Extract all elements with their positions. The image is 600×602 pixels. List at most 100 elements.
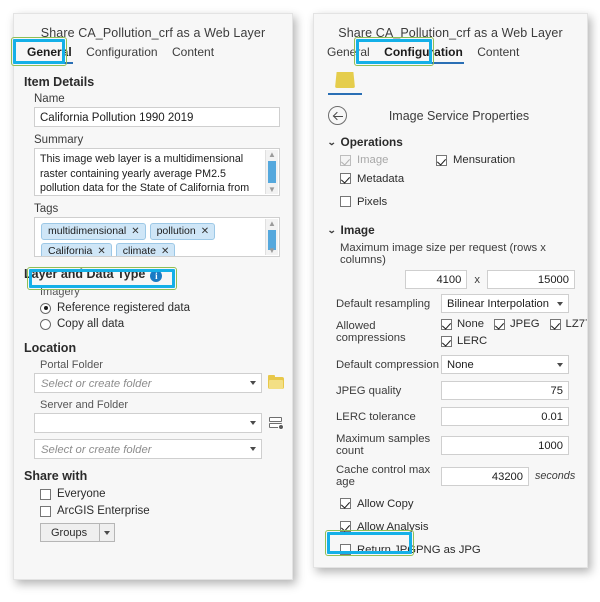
- name-input[interactable]: California Pollution 1990 2019: [34, 107, 280, 127]
- max-samples-count-input[interactable]: 1000: [441, 436, 569, 455]
- chevron-down-icon[interactable]: [250, 447, 256, 451]
- operations-group-header[interactable]: ⌄ Operations: [328, 135, 587, 149]
- compression-jpeg-checkbox[interactable]: JPEG: [494, 318, 540, 330]
- chevron-down-icon[interactable]: [99, 524, 114, 541]
- tags-input[interactable]: multidimensional✕pollution✕California✕cl…: [34, 217, 280, 257]
- image-group-header[interactable]: ⌄ Image: [328, 223, 587, 237]
- groups-dropdown-button[interactable]: Groups: [40, 523, 115, 542]
- layer-folder-icon[interactable]: [334, 72, 356, 89]
- image-group-label: Image: [341, 223, 375, 237]
- checkbox-label: Pixels: [357, 196, 387, 208]
- checkbox-indicator[interactable]: [340, 196, 351, 207]
- portal-folder-placeholder: Select or create folder: [41, 378, 152, 390]
- max-rows-input[interactable]: 4100: [405, 270, 467, 289]
- chevron-down-icon[interactable]: [557, 302, 563, 306]
- browse-folder-icon[interactable]: [268, 377, 284, 389]
- operations-label: Operations: [341, 135, 403, 149]
- allow-analysis-checkbox[interactable]: Allow Analysis: [340, 521, 429, 533]
- chevron-down-icon[interactable]: ⌄: [327, 225, 336, 236]
- tag-chip[interactable]: California✕: [41, 243, 112, 257]
- checkbox-indicator[interactable]: [340, 498, 351, 509]
- tab-content[interactable]: Content: [472, 42, 524, 63]
- max-samples-count-label: Maximum samples count: [336, 433, 441, 457]
- scroll-up-icon[interactable]: ▲: [266, 150, 278, 159]
- operation-mensuration-checkbox[interactable]: Mensuration: [436, 154, 515, 166]
- checkbox-indicator[interactable]: [340, 173, 351, 184]
- checkbox-indicator[interactable]: [441, 336, 452, 347]
- image-service-tab-icon-group[interactable]: [328, 72, 362, 95]
- scroll-down-icon[interactable]: ▼: [266, 185, 278, 194]
- tag-chip[interactable]: multidimensional✕: [41, 223, 146, 240]
- jpeg-quality-input[interactable]: 75: [441, 381, 569, 400]
- checkbox-label: Allow Copy: [357, 498, 414, 510]
- checkbox-indicator[interactable]: [340, 544, 351, 555]
- tag-remove-icon[interactable]: ✕: [161, 246, 169, 257]
- tab-general[interactable]: General: [322, 42, 375, 63]
- checkbox-indicator[interactable]: [40, 506, 51, 517]
- tab-configuration[interactable]: Configuration: [81, 42, 162, 63]
- checkbox-indicator[interactable]: [436, 155, 447, 166]
- server-folder-combo[interactable]: Select or create folder: [34, 439, 262, 459]
- scroll-down-icon[interactable]: ▼: [266, 246, 278, 255]
- default-compression-row: Default compression None: [336, 355, 587, 374]
- compression-none-checkbox[interactable]: None: [441, 318, 484, 330]
- tag-chip[interactable]: climate ✕: [116, 243, 176, 257]
- allow-copy-checkbox[interactable]: Allow Copy: [340, 498, 414, 510]
- tags-scrollbar[interactable]: ▲ ▼: [265, 219, 278, 255]
- portal-folder-combo[interactable]: Select or create folder: [34, 373, 262, 393]
- compression-lz77-checkbox[interactable]: LZ77: [550, 318, 588, 330]
- max-columns-input[interactable]: 15000: [487, 270, 575, 289]
- tag-label: pollution: [157, 225, 196, 237]
- lerc-tolerance-row: LERC tolerance 0.01: [336, 407, 587, 426]
- chevron-down-icon[interactable]: [557, 363, 563, 367]
- reference-registered-data-radio[interactable]: Reference registered data: [40, 302, 292, 314]
- checkbox-indicator[interactable]: [494, 319, 505, 330]
- scrollbar-thumb[interactable]: [268, 161, 276, 183]
- share-arcgis-enterprise-checkbox[interactable]: ArcGIS Enterprise: [40, 505, 292, 517]
- tag-remove-icon[interactable]: ✕: [97, 246, 105, 257]
- cache-control-max-age-input[interactable]: 43200: [441, 467, 529, 486]
- tab-content[interactable]: Content: [167, 42, 219, 63]
- tab-general[interactable]: General: [22, 42, 77, 63]
- checkbox-indicator[interactable]: [340, 521, 351, 532]
- radio-indicator[interactable]: [40, 303, 51, 314]
- cache-control-max-age-row: Cache control max age 43200 seconds: [336, 464, 587, 488]
- summary-label: Summary: [34, 134, 292, 146]
- default-compression-combo[interactable]: None: [441, 355, 569, 374]
- back-arrow-icon[interactable]: [328, 106, 347, 125]
- summary-textarea[interactable]: This image web layer is a multidimension…: [34, 148, 280, 196]
- checkbox-indicator[interactable]: [340, 567, 351, 568]
- browse-server-icon[interactable]: [269, 416, 284, 430]
- copy-all-data-radio[interactable]: Copy all data: [40, 318, 292, 330]
- checkbox-label: Image: [357, 154, 388, 166]
- has-live-data-checkbox[interactable]: Has live data: [340, 567, 422, 569]
- tag-remove-icon[interactable]: ✕: [131, 226, 139, 237]
- tag-label: climate: [123, 245, 156, 257]
- summary-scrollbar[interactable]: ▲ ▼: [265, 150, 278, 194]
- operation-pixels-checkbox[interactable]: Pixels: [340, 196, 387, 208]
- allowed-compressions-row: Allowed compressions None JPEG LZ77: [336, 318, 587, 347]
- chevron-down-icon[interactable]: [250, 421, 256, 425]
- checkbox-indicator[interactable]: [441, 319, 452, 330]
- share-everyone-checkbox[interactable]: Everyone: [40, 488, 292, 500]
- tag-chip[interactable]: pollution ✕: [150, 223, 216, 240]
- scroll-up-icon[interactable]: ▲: [266, 219, 278, 228]
- tab-configuration[interactable]: Configuration: [379, 42, 468, 63]
- radio-indicator[interactable]: [40, 319, 51, 330]
- checkbox-indicator[interactable]: [550, 319, 561, 330]
- default-resampling-row: Default resampling Bilinear Interpolatio…: [336, 294, 587, 313]
- max-image-size-label: Maximum image size per request (rows x c…: [340, 242, 587, 266]
- chevron-down-icon[interactable]: [250, 381, 256, 385]
- server-combo[interactable]: [34, 413, 262, 433]
- checkbox-label: ArcGIS Enterprise: [57, 505, 150, 517]
- operation-metadata-checkbox[interactable]: Metadata: [340, 173, 404, 185]
- chevron-down-icon[interactable]: ⌄: [327, 137, 336, 148]
- info-icon[interactable]: i: [150, 270, 162, 282]
- dialog-title-configuration: Share CA_Pollution_crf as a Web Layer: [314, 14, 587, 42]
- lerc-tolerance-input[interactable]: 0.01: [441, 407, 569, 426]
- return-jpgpng-as-jpg-checkbox[interactable]: Return JPGPNG as JPG: [340, 544, 481, 556]
- default-resampling-combo[interactable]: Bilinear Interpolation: [441, 294, 569, 313]
- tag-remove-icon[interactable]: ✕: [201, 226, 209, 237]
- compression-lerc-checkbox[interactable]: LERC: [441, 335, 487, 347]
- checkbox-indicator[interactable]: [40, 489, 51, 500]
